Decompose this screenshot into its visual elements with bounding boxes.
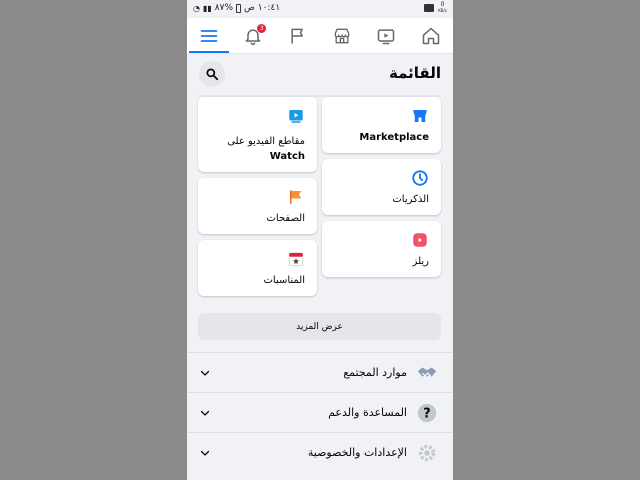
shortcut-label: Marketplace xyxy=(359,130,429,145)
flag-icon xyxy=(291,28,303,43)
see-more-button[interactable]: عرض المزيد xyxy=(198,313,441,340)
tab-marketplace[interactable] xyxy=(320,18,364,53)
reels-label: ريلز xyxy=(412,256,429,267)
tab-notifications[interactable]: 3 xyxy=(231,18,275,53)
watch-label-line1: مقاطع الفيديو على xyxy=(227,136,305,147)
status-left: ١٠:٤١ ص %٨٧ ▮▮ ◔ xyxy=(193,3,280,13)
search-button[interactable] xyxy=(199,61,225,87)
notification-badge: 3 xyxy=(257,24,267,33)
store-icon xyxy=(413,110,427,122)
tab-watch[interactable] xyxy=(364,18,408,53)
section-label: موارد المجتمع xyxy=(343,366,407,379)
battery-icon xyxy=(236,3,242,13)
flag-icon xyxy=(290,190,302,204)
status-time: ١٠:٤١ ص xyxy=(244,3,281,13)
shortcut-events[interactable]: المناسبات xyxy=(198,240,317,296)
shortcut-reels[interactable]: ريلز xyxy=(322,221,441,277)
section-community-resources[interactable]: موارد المجتمع xyxy=(187,352,453,392)
calendar-icon xyxy=(288,252,304,267)
shortcut-marketplace[interactable]: Marketplace xyxy=(322,97,441,153)
pages-label: الصفحات xyxy=(266,213,305,224)
watch-label-line2: Watch xyxy=(269,151,305,162)
network-speed-unit: KB/s xyxy=(438,8,447,13)
tab-menu[interactable] xyxy=(187,18,231,53)
battery-level: %٨٧ xyxy=(214,3,234,13)
chevron-down-icon xyxy=(200,410,210,416)
store-icon xyxy=(334,28,350,43)
watch-label: مقاطع الفيديو على Watch xyxy=(227,134,305,164)
tab-home[interactable] xyxy=(409,18,453,53)
status-bar: ١٠:٤١ ص %٨٧ ▮▮ ◔ 0 KB/s xyxy=(187,0,453,18)
watch-video-icon xyxy=(289,110,303,123)
wifi-icon: ◔ xyxy=(193,3,200,13)
page-title: القائمة xyxy=(389,64,441,82)
shortcut-watch[interactable]: مقاطع الفيديو على Watch xyxy=(198,97,317,172)
section-label: الإعدادات والخصوصية xyxy=(307,446,407,459)
section-label: المساعدة والدعم xyxy=(328,406,407,419)
help-icon: ? xyxy=(415,401,439,425)
memories-label: الذكريات xyxy=(392,194,429,205)
video-icon xyxy=(378,28,395,44)
events-label: المناسبات xyxy=(263,275,305,286)
tab-pages[interactable] xyxy=(276,18,320,53)
memories-clock-icon xyxy=(412,170,428,186)
network-speed: 0 KB/s xyxy=(438,2,447,14)
section-help-support[interactable]: ? المساعدة والدعم xyxy=(187,392,453,432)
folder-icon xyxy=(424,4,435,12)
marketplace-label: Marketplace xyxy=(359,132,429,143)
shortcut-memories[interactable]: الذكريات xyxy=(322,159,441,215)
shortcut-pages[interactable]: الصفحات xyxy=(198,178,317,234)
reels-icon xyxy=(413,233,427,247)
gear-icon xyxy=(415,441,439,465)
menu-header: القائمة xyxy=(187,55,453,93)
status-right: 0 KB/s xyxy=(424,2,447,14)
signal-icon: ▮▮ xyxy=(202,3,212,13)
svg-text:?: ? xyxy=(423,406,430,421)
chevron-down-icon xyxy=(200,450,210,456)
section-settings-privacy[interactable]: الإعدادات والخصوصية xyxy=(187,432,453,472)
hamburger-icon xyxy=(200,29,218,42)
chevron-down-icon xyxy=(200,370,210,376)
top-tab-bar: 3 xyxy=(187,18,453,54)
phone-screen: ١٠:٤١ ص %٨٧ ▮▮ ◔ 0 KB/s 3 القائمة Market… xyxy=(187,0,453,480)
home-icon xyxy=(422,27,440,44)
search-icon xyxy=(206,68,219,81)
handshake-icon xyxy=(415,361,439,385)
